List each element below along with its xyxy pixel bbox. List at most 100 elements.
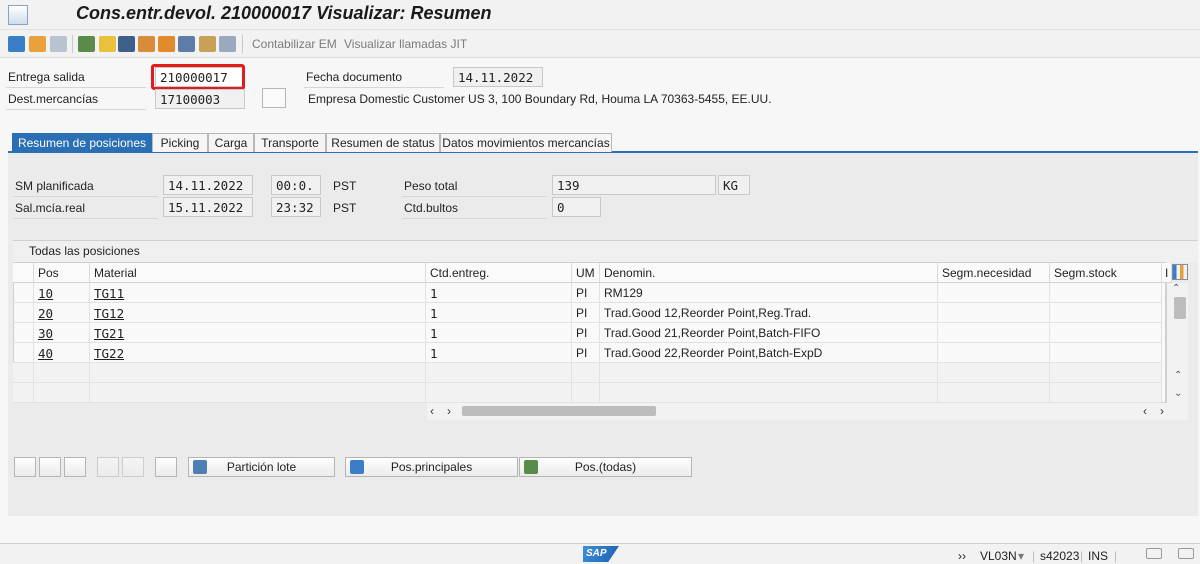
table-row-material[interactable]: TG21 (90, 323, 426, 343)
scroll-left-icon[interactable]: ‹ (1143, 404, 1147, 418)
create-icon[interactable] (29, 36, 46, 52)
delete-icon[interactable] (50, 36, 67, 52)
main-items-button[interactable]: Pos.principales (345, 457, 518, 477)
table-row-requirement-segment (938, 323, 1050, 343)
column-header-uom[interactable]: UM (572, 263, 600, 283)
window-icon[interactable] (1146, 548, 1162, 559)
table-row-material[interactable]: TG12 (90, 303, 426, 323)
outbound-delivery-label: Entrega salida (8, 70, 85, 84)
actual-gi-label: Sal.mcía.real (15, 201, 86, 215)
table-row-qty: 1 (426, 343, 572, 363)
detail-item-icon[interactable] (14, 457, 36, 477)
table-row-qty: 1 (426, 303, 572, 323)
table-row-stock-segment (1050, 283, 1162, 303)
ship-to-field[interactable]: 17100003 (155, 89, 245, 109)
status-separator: | (1032, 549, 1036, 563)
partner-icon[interactable] (99, 36, 116, 52)
tab-goods-movement-data[interactable]: Datos movimientos mercancías (440, 133, 612, 152)
home-icon[interactable] (199, 36, 216, 52)
delete-row-icon[interactable] (122, 457, 144, 477)
document-date-field[interactable]: 14.11.2022 (453, 67, 543, 87)
column-settings-icon[interactable] (1172, 264, 1188, 280)
system-name: s42023 (1040, 549, 1080, 563)
table-row-description: Trad.Good 22,Reorder Point,Batch-ExpD (600, 343, 938, 363)
table-row-stock-segment (1050, 323, 1162, 343)
column-header-i[interactable]: I (1162, 263, 1172, 283)
document-flow-icon[interactable] (178, 36, 195, 52)
table-row-pos[interactable]: 20 (34, 303, 90, 323)
batch-split-button[interactable]: Partición lote (188, 457, 335, 477)
vertical-scroll-thumb[interactable] (1174, 297, 1186, 319)
row-selector[interactable] (13, 283, 34, 303)
column-header-description[interactable]: Denomin. (600, 263, 938, 283)
table-row-stock-segment (1050, 343, 1162, 363)
texts-icon[interactable] (118, 36, 135, 52)
row-selector[interactable] (13, 303, 34, 323)
all-items-label: Pos.(todas) (574, 460, 637, 474)
overview-grid-icon[interactable] (219, 36, 236, 52)
planned-gi-time-field[interactable]: 00:0. (271, 175, 321, 195)
scroll-up-icon[interactable]: ⌃ (1174, 370, 1182, 381)
total-weight-field[interactable]: 139 (552, 175, 716, 195)
address-details-icon[interactable] (262, 88, 286, 108)
post-goods-receipt-button[interactable]: Contabilizar EM (252, 37, 337, 51)
table-row-empty (1050, 383, 1162, 403)
packing-icon[interactable] (158, 36, 175, 52)
edit-display-icon[interactable] (8, 36, 25, 52)
layout-icon[interactable] (1178, 548, 1194, 559)
table-row-requirement-segment (938, 303, 1050, 323)
table-row-empty (34, 363, 90, 383)
select-all-icon[interactable] (39, 457, 61, 477)
table-row-material[interactable]: TG11 (90, 283, 426, 303)
table-row-material[interactable]: TG22 (90, 343, 426, 363)
table-row-uom: PI (572, 323, 600, 343)
column-header-qty[interactable]: Ctd.entreg. (426, 263, 572, 283)
tab-status-overview[interactable]: Resumen de status (326, 133, 440, 152)
row-selector-header[interactable] (13, 263, 34, 283)
copy-item-icon[interactable] (155, 457, 177, 477)
dropdown-icon[interactable]: ▾ (1018, 549, 1024, 563)
row-selector[interactable] (13, 323, 34, 343)
table-row-pos[interactable]: 30 (34, 323, 90, 343)
packages-field[interactable]: 0 (552, 197, 601, 217)
scroll-down-icon[interactable]: ⌄ (1174, 388, 1182, 399)
column-header-material[interactable]: Material (90, 263, 426, 283)
table-row-empty (34, 383, 90, 403)
scroll-right-icon[interactable]: › (447, 404, 451, 418)
table-row-empty (600, 383, 938, 403)
column-header-requirement-segment[interactable]: Segm.necesidad (938, 263, 1050, 283)
insert-row-icon[interactable] (97, 457, 119, 477)
planned-gi-date-field[interactable]: 14.11.2022 (163, 175, 253, 195)
table-row-empty (600, 363, 938, 383)
scroll-right-icon[interactable]: › (1160, 404, 1164, 418)
table-row-qty: 1 (426, 323, 572, 343)
tab-loading[interactable]: Carga (208, 133, 254, 152)
scroll-left-icon[interactable]: ‹ (430, 404, 434, 418)
horizontal-scroll-thumb[interactable] (462, 406, 656, 416)
tab-transport[interactable]: Transporte (254, 133, 326, 152)
column-header-stock-segment[interactable]: Segm.stock (1050, 263, 1162, 283)
weight-unit-field[interactable]: KG (718, 175, 750, 195)
tab-picking[interactable]: Picking (152, 133, 208, 152)
all-items-button[interactable]: Pos.(todas) (519, 457, 692, 477)
row-selector[interactable] (13, 383, 34, 403)
table-row-empty (938, 363, 1050, 383)
deselect-all-icon[interactable] (64, 457, 86, 477)
header-details-icon[interactable] (78, 36, 95, 52)
expand-status-icon[interactable]: ›› (958, 549, 966, 563)
table-row-pos[interactable]: 40 (34, 343, 90, 363)
row-selector[interactable] (13, 363, 34, 383)
status-separator: | (1114, 549, 1118, 563)
filter-all-icon (524, 460, 538, 474)
scroll-up-icon[interactable]: ⌃ (1172, 283, 1180, 294)
column-header-pos[interactable]: Pos (34, 263, 90, 283)
item-details-icon[interactable] (138, 36, 155, 52)
view-jit-calls-button[interactable]: Visualizar llamadas JIT (344, 37, 467, 51)
app-menu-icon[interactable] (8, 5, 28, 25)
actual-gi-date-field[interactable]: 15.11.2022 (163, 197, 253, 217)
row-selector[interactable] (13, 343, 34, 363)
tab-item-overview[interactable]: Resumen de posiciones (12, 133, 152, 152)
table-row-pos[interactable]: 10 (34, 283, 90, 303)
actual-gi-time-field[interactable]: 23:32 (271, 197, 321, 217)
batch-split-icon (193, 460, 207, 474)
